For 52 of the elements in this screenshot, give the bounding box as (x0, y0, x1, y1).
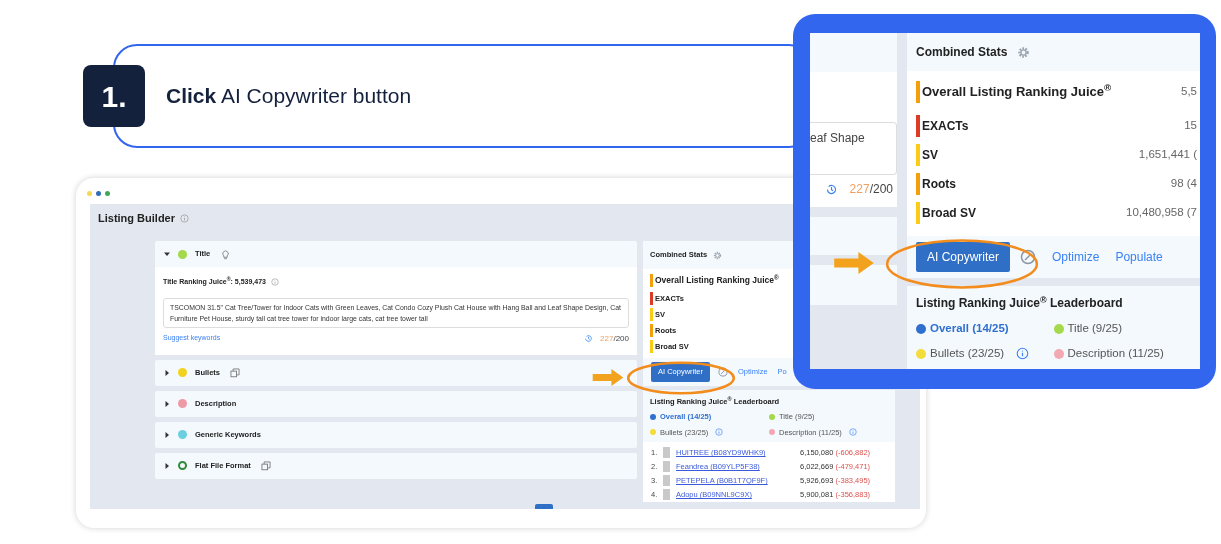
info-icon[interactable] (180, 214, 189, 223)
arrow-icon (833, 252, 875, 274)
history-icon[interactable] (824, 182, 838, 196)
panel-title: Listing Ranking Juice$^{®}$ Leaderboard (916, 294, 1124, 312)
copy-icon[interactable] (230, 367, 240, 378)
panel-title: Combined Stats (916, 44, 1008, 61)
legend-item[interactable]: Overall (14/25) (930, 320, 1009, 338)
product-thumbnail (663, 489, 670, 501)
gauge-icon[interactable] (718, 367, 728, 377)
stat-label: EXACTs (922, 118, 969, 135)
legend-item[interactable]: Description (11/25) (1067, 345, 1164, 363)
action-link[interactable]: Populate (1115, 248, 1163, 266)
info-icon[interactable] (715, 428, 724, 437)
stat-value: 10,480,958 (7 (1126, 205, 1197, 221)
stat-label: Overall Listing Ranking Juice$^{®}$ (922, 82, 1112, 102)
info-icon[interactable] (271, 278, 279, 287)
legend-item[interactable]: Bullets (23/25) (930, 345, 1005, 363)
character-count: 227/200 (600, 332, 629, 345)
arrow-icon (590, 369, 626, 386)
copy-icon[interactable] (260, 460, 271, 471)
legend-item[interactable]: Title (9/25) (1067, 320, 1123, 338)
stat-value: 98 (4 (1170, 176, 1197, 192)
action-link[interactable]: Optimize (1052, 248, 1100, 266)
character-count: 227/200 (849, 181, 893, 198)
stat-label: Broad SV (922, 205, 976, 222)
settings-icon[interactable] (713, 250, 723, 260)
history-icon[interactable] (584, 334, 594, 343)
step-instruction: Click AI Copywriter button (166, 83, 412, 110)
step-number-badge: 1. (83, 65, 145, 127)
page-title: Listing Builder (98, 211, 175, 227)
info-icon[interactable] (848, 428, 857, 437)
ai-copywriter-button[interactable]: AI Copywriter (916, 242, 1011, 272)
stat-label: Roots (922, 176, 956, 193)
caret-down-icon (164, 251, 170, 257)
title-textarea[interactable]: eaf Shape (810, 122, 897, 175)
caret-right-icon (164, 431, 170, 438)
stat-label: Overall Listing Ranking Juice$^{®}$ (655, 274, 779, 287)
stat-value: 15 (1184, 118, 1197, 134)
product-thumbnail (663, 461, 670, 473)
lightbulb-icon[interactable] (220, 248, 232, 260)
stat-value: 1,651,441 ( (1138, 147, 1197, 163)
product-thumbnail (663, 475, 670, 487)
stat-value: 5,5 (1181, 84, 1197, 100)
info-icon[interactable] (1016, 347, 1030, 361)
caret-right-icon (164, 400, 170, 407)
stat-label: SV (922, 147, 938, 164)
scroll-top-tab[interactable] (535, 504, 553, 509)
settings-icon[interactable] (1017, 45, 1031, 59)
gauge-icon[interactable] (1020, 249, 1037, 265)
caret-right-icon (164, 369, 170, 376)
product-thumbnail (663, 447, 670, 459)
caret-right-icon (164, 462, 170, 469)
